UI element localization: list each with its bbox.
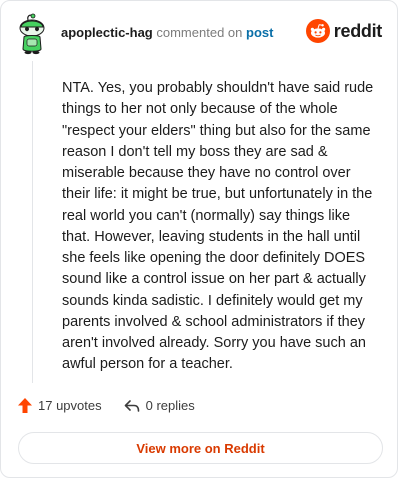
comment-header: apoplectic-hag commented on post [61,24,273,42]
thread-line [32,61,33,383]
reddit-wordmark: reddit [333,20,383,41]
replies-count: 0 replies [145,398,195,413]
view-more-on-reddit-button[interactable]: View more on Reddit [18,432,383,464]
reddit-comment-embed-card: apoplectic-hag commented on post reddit … [0,0,398,478]
upvotes-count: 17 upvotes [38,398,102,413]
reply-arrow-icon [124,399,139,412]
commented-on-text: commented on [156,25,243,40]
reddit-snoo-icon [305,19,330,43]
comment-actions: 17 upvotes 0 replies [18,398,195,413]
username-link[interactable]: apoplectic-hag [61,25,153,40]
upvote-arrow-icon [18,398,32,413]
comment-body-text: NTA. Yes, you probably shouldn't have sa… [62,80,374,373]
replies-button[interactable]: 0 replies [124,398,195,413]
avatar[interactable] [16,13,48,55]
reddit-brand-link[interactable]: reddit [305,19,383,43]
post-link[interactable]: post [246,25,273,40]
upvote-button[interactable]: 17 upvotes [18,398,102,413]
snoo-avatar-icon [19,13,45,55]
